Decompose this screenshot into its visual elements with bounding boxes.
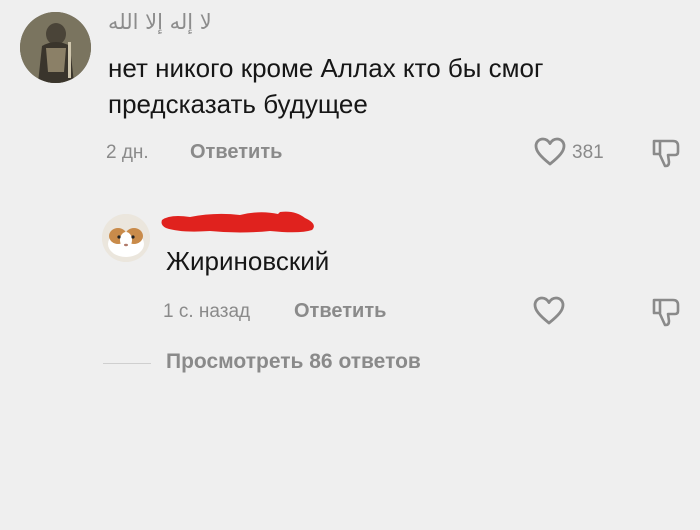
- reply-button[interactable]: Ответить: [294, 300, 386, 323]
- comment-text-line: предсказать будущее: [108, 89, 368, 119]
- thumbs-down-icon[interactable]: [651, 137, 681, 169]
- comment-text: нет никого кроме Аллах кто бы смог предс…: [108, 50, 648, 122]
- avatar-knight-image: [20, 12, 91, 83]
- comment-author-redacted: [160, 206, 320, 236]
- avatar-guinea-pig-image: [102, 214, 150, 262]
- comment-text: Жириновский: [166, 246, 330, 276]
- comment-timestamp: 2 дн.: [106, 142, 149, 163]
- comment-author[interactable]: لا إله إلا الله: [108, 10, 212, 34]
- avatar[interactable]: [20, 12, 91, 83]
- replies-divider: [103, 363, 151, 364]
- comment-text-line: нет никого кроме Аллах кто бы смог: [108, 53, 544, 83]
- thumbs-down-icon[interactable]: [651, 296, 681, 328]
- reply-button[interactable]: Ответить: [190, 141, 282, 164]
- avatar[interactable]: [102, 214, 150, 262]
- comment-timestamp: 1 с. назад: [163, 301, 251, 322]
- view-replies-button[interactable]: Просмотреть 86 ответов: [166, 350, 421, 374]
- like-count: 381: [572, 142, 604, 163]
- heart-outline-icon[interactable]: [533, 296, 565, 326]
- heart-outline-icon[interactable]: [534, 137, 566, 167]
